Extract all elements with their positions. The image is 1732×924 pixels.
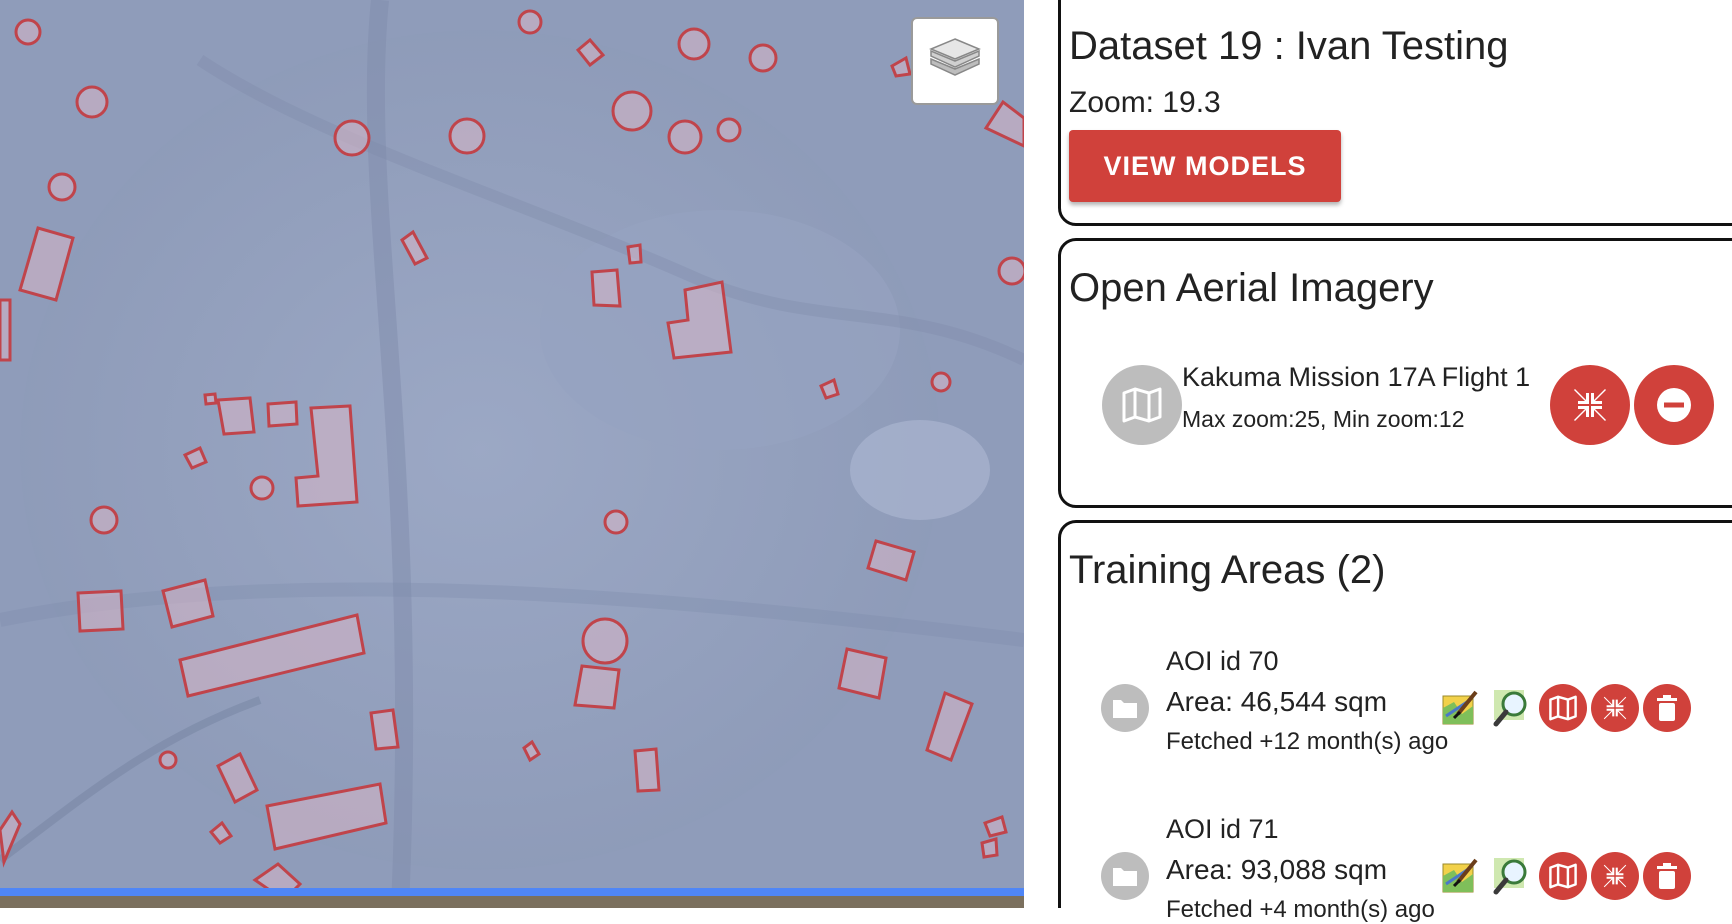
training-section-title: Training Areas (2) bbox=[1069, 548, 1386, 592]
josm-edit-icon[interactable] bbox=[1438, 854, 1482, 898]
remove-icon bbox=[1657, 388, 1691, 422]
map-attribution-bar bbox=[0, 888, 1024, 896]
layers-control-button[interactable] bbox=[911, 17, 999, 105]
satellite-imagery bbox=[0, 0, 1024, 908]
imagery-zoom-range: Max zoom:25, Min zoom:12 bbox=[1182, 406, 1465, 432]
map-icon bbox=[1549, 695, 1577, 721]
fit-bounds-icon bbox=[1603, 696, 1627, 720]
aoi-folder-avatar bbox=[1101, 852, 1149, 900]
imagery-name: Kakuma Mission 17A Flight 1 bbox=[1182, 362, 1531, 392]
aoi-area: Area: 93,088 sqm bbox=[1166, 854, 1388, 885]
delete-icon bbox=[1657, 695, 1677, 721]
aoi-folder-avatar bbox=[1101, 684, 1149, 732]
zoom-in-icon[interactable] bbox=[1490, 854, 1534, 898]
josm-edit-icon[interactable] bbox=[1438, 686, 1482, 730]
map-footer-strip bbox=[0, 896, 1024, 908]
imagery-avatar bbox=[1102, 365, 1182, 445]
fit-bounds-icon bbox=[1603, 864, 1627, 888]
folder-icon bbox=[1113, 868, 1137, 886]
imagery-section-title: Open Aerial Imagery bbox=[1069, 266, 1434, 310]
aoi-fit-bounds-button[interactable] bbox=[1591, 684, 1639, 732]
layers-icon bbox=[929, 38, 981, 76]
aoi-delete-button[interactable] bbox=[1643, 852, 1691, 900]
folder-icon bbox=[1113, 700, 1137, 718]
aoi-fetched: Fetched +4 month(s) ago bbox=[1166, 896, 1435, 923]
aoi-delete-button[interactable] bbox=[1643, 684, 1691, 732]
map-icon bbox=[1549, 863, 1577, 889]
aoi-fit-bounds-button[interactable] bbox=[1591, 852, 1639, 900]
dataset-title: Dataset 19 : Ivan Testing bbox=[1069, 24, 1509, 68]
aoi-id-label: AOI id 71 bbox=[1166, 814, 1279, 844]
aoi-map-button[interactable] bbox=[1539, 852, 1587, 900]
zoom-in-icon[interactable] bbox=[1490, 686, 1534, 730]
zoom-level: Zoom: 19.3 bbox=[1069, 86, 1221, 119]
map-view[interactable] bbox=[0, 0, 1024, 908]
aoi-map-button[interactable] bbox=[1539, 684, 1587, 732]
aoi-area: Area: 46,544 sqm bbox=[1166, 686, 1388, 717]
aoi-fetched: Fetched +12 month(s) ago bbox=[1166, 728, 1449, 755]
view-models-button[interactable]: VIEW MODELS bbox=[1069, 130, 1341, 202]
imagery-fit-bounds-button[interactable] bbox=[1550, 365, 1630, 445]
map-icon bbox=[1122, 387, 1162, 423]
fit-bounds-icon bbox=[1574, 389, 1606, 421]
aoi-id-label: AOI id 70 bbox=[1166, 646, 1279, 676]
delete-icon bbox=[1657, 863, 1677, 889]
imagery-remove-button[interactable] bbox=[1634, 365, 1714, 445]
